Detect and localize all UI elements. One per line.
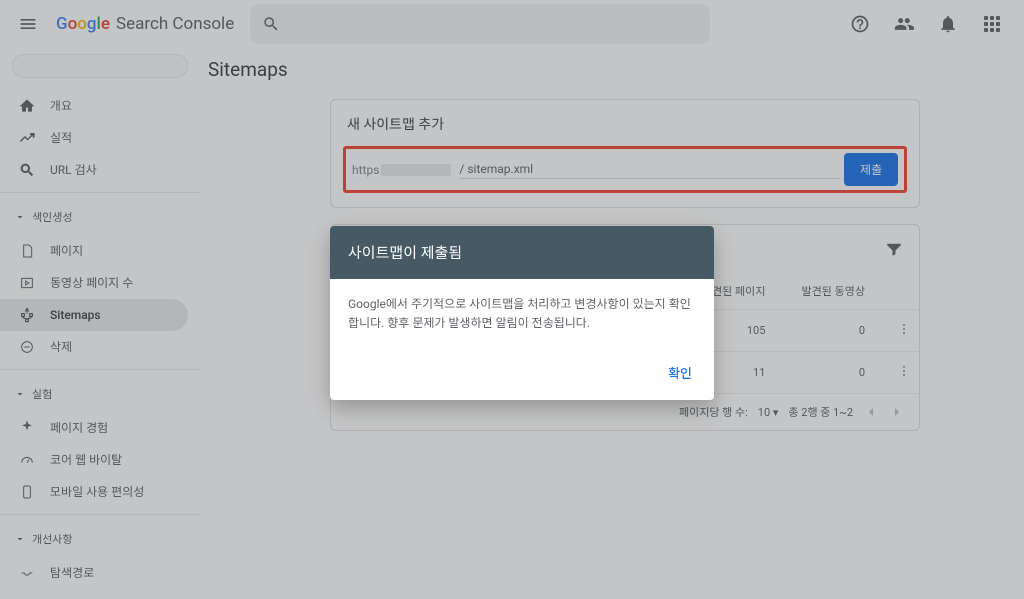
sitemap-submitted-dialog: 사이트맵이 제출됨 Google에서 주기적으로 사이트맵을 처리하고 변경사항… <box>330 226 714 400</box>
dialog-title: 사이트맵이 제출됨 <box>330 226 714 279</box>
modal-overlay[interactable]: 사이트맵이 제출됨 Google에서 주기적으로 사이트맵을 처리하고 변경사항… <box>0 0 1024 599</box>
dialog-body: Google에서 주기적으로 사이트맵을 처리하고 변경사항이 있는지 확인합니… <box>330 279 714 349</box>
dialog-ok-button[interactable]: 확인 <box>658 357 702 388</box>
